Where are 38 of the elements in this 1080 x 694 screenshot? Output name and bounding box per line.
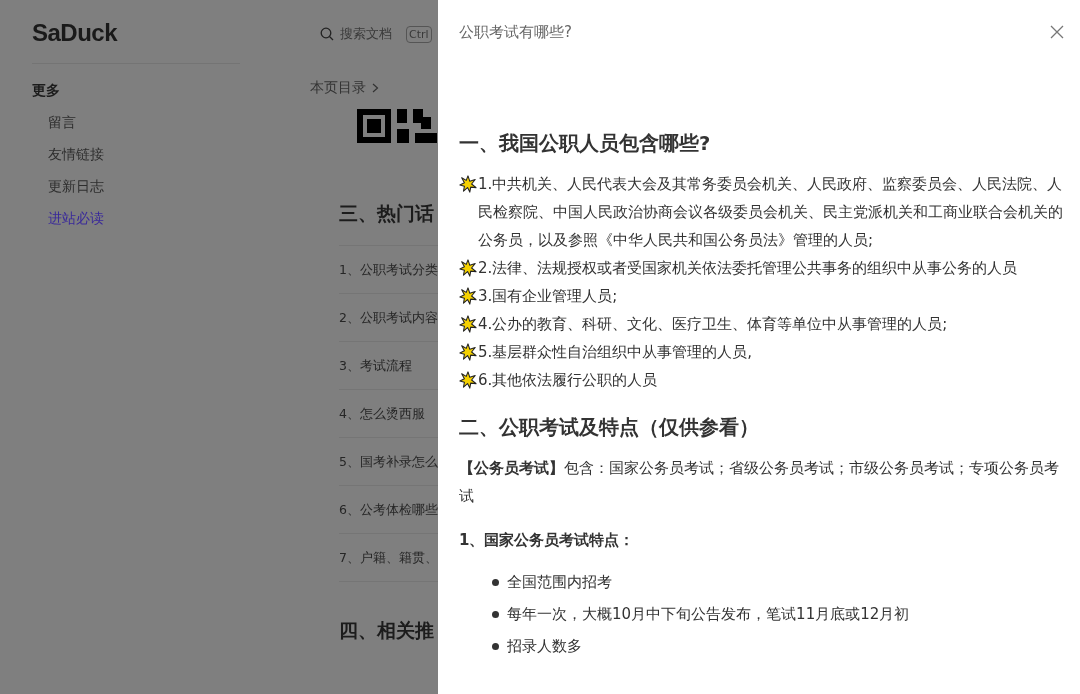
search-field[interactable]: 搜索文档 — [340, 25, 392, 43]
list-item-text: 2.法律、法规授权或者受国家机关依法委托管理公共事务的组织中从事公务的人员 — [478, 258, 1018, 279]
sidebar-item[interactable]: 留言 — [48, 110, 76, 134]
star-icon — [459, 315, 477, 333]
section-heading: 四、相关推 — [338, 618, 435, 643]
star-icon — [459, 287, 477, 305]
search-icon[interactable] — [320, 27, 334, 41]
star-icon — [459, 343, 477, 361]
list-item-text: 3.国有企业管理人员; — [478, 286, 618, 307]
sidebar-item[interactable]: 进站必读 — [48, 206, 104, 230]
sidebar-group-title: 更多 — [32, 81, 60, 100]
article-heading: 一、我国公职人员包含哪些? — [459, 131, 712, 157]
star-icon — [459, 259, 477, 277]
sidebar-item[interactable]: 友情链接 — [48, 142, 104, 166]
site-logo[interactable]: SaDuck — [32, 18, 118, 48]
article-heading: 二、公职考试及特点（仅供参看） — [459, 415, 760, 441]
toc-toggle[interactable]: 本页目录 — [310, 79, 366, 97]
list-item-text: 每年一次，大概10月中下旬公告发布，笔试11月底或12月初 — [507, 604, 910, 625]
list-item-text: 5.基层群众性自治组织中从事管理的人员, — [478, 342, 753, 363]
chevron-icon — [372, 83, 379, 93]
list-item-text: 招录人数多 — [507, 636, 582, 657]
drawer-title: 公职考试有哪些? — [459, 22, 572, 42]
list-item-text: 全国范围内招考 — [507, 572, 612, 593]
bullet-icon — [492, 642, 499, 650]
close-icon[interactable] — [1050, 25, 1064, 39]
bullet-icon — [492, 610, 499, 618]
list-item-text: 6.其他依法履行公职的人员 — [478, 370, 658, 391]
star-icon — [459, 175, 477, 193]
qr-code-icon — [357, 109, 437, 143]
list-item-text: 1.中共机关、人民代表大会及其常务委员会机关、人民政府、监察委员会、人民法院、人民检察院、中国人民政治协商会议各级委员会机关、民主党派机关和工商业联合会机关的公务员，以及参照《中华人民共和国公务员法》管理的人员; — [478, 174, 1064, 251]
star-icon — [459, 371, 477, 389]
sub-heading: 1、国家公务员考试特点： — [459, 530, 636, 551]
paragraph: 【公务员考试】包含：国家公务员考试；省级公务员考试；市级公务员考试；专项公务员考试 — [459, 458, 1060, 507]
shortcut-key: Ctrl — [406, 25, 432, 43]
list-item-text: 4.公办的教育、科研、文化、医疗卫生、体育等单位中从事管理的人员; — [478, 314, 948, 335]
sidebar-item[interactable]: 更新日志 — [48, 174, 104, 198]
section-heading: 三、热门话 — [338, 201, 435, 226]
bullet-icon — [492, 578, 499, 586]
